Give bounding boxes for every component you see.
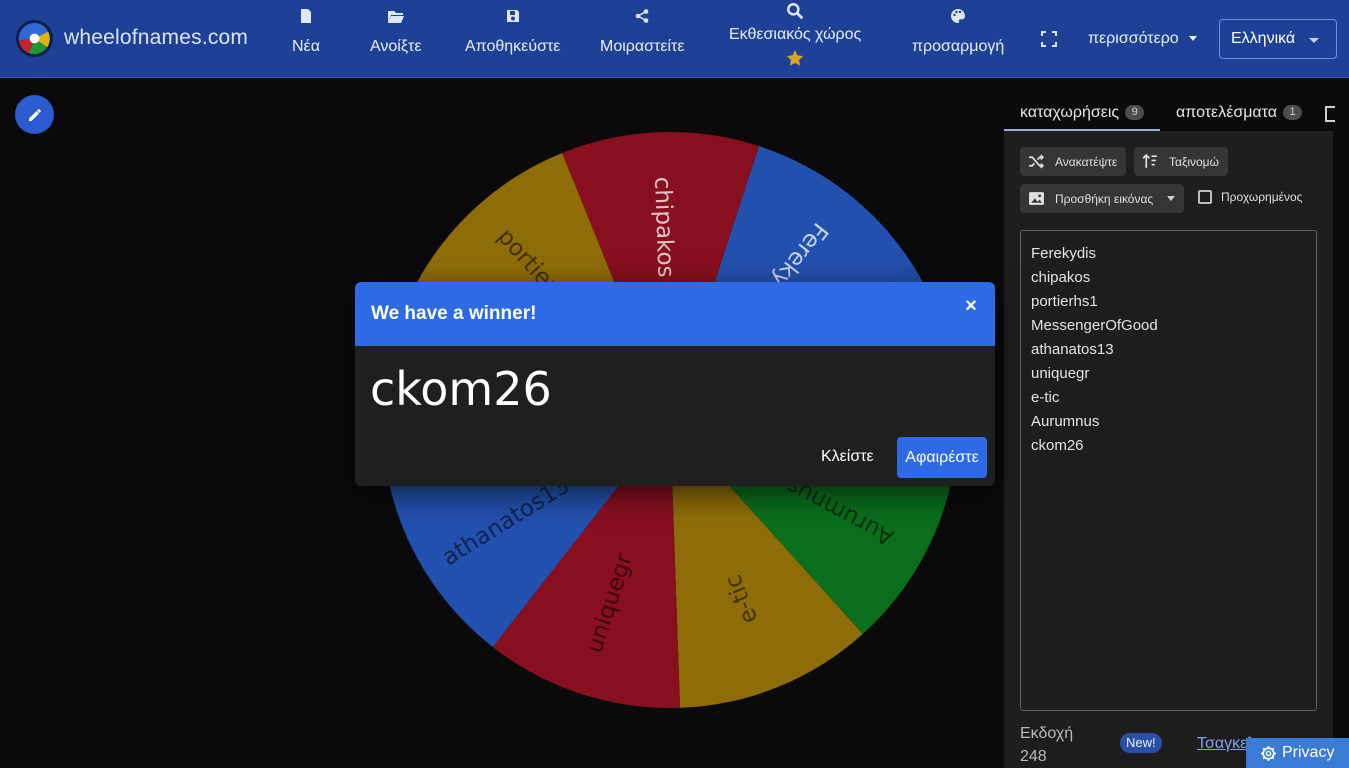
star-icon: [729, 49, 861, 73]
edit-wheel-button[interactable]: [15, 95, 54, 134]
version-label: Εκδοχή: [1020, 725, 1074, 742]
nav-customize-label: προσαρμογή: [912, 38, 1005, 55]
entry-line: athanatos13: [1031, 341, 1114, 358]
folder-open-icon: [370, 8, 421, 32]
tab-entries[interactable]: καταχωρήσεις 9: [1020, 104, 1145, 122]
share-icon: [600, 8, 684, 32]
winner-name: ckom26: [370, 362, 552, 416]
fullscreen-icon[interactable]: [1040, 30, 1058, 48]
entry-line: e-tic: [1031, 389, 1060, 406]
search-icon: [729, 2, 861, 26]
file-icon: [292, 8, 320, 32]
language-select[interactable]: Ελληνικά: [1219, 19, 1337, 59]
wheel-segment-label: chipakos: [649, 176, 679, 278]
hide-panel-icon[interactable]: [1325, 106, 1335, 122]
shuffle-button[interactable]: Ανακατέψτε: [1020, 147, 1127, 176]
tab-entries-label: καταχωρήσεις: [1020, 104, 1120, 121]
top-bar: wheelofnames.com Νέα Ανοίξτε Αποθηκεύστε…: [0, 0, 1349, 78]
pencil-icon: [28, 108, 41, 121]
entry-line: portierhs1: [1031, 293, 1098, 310]
nav-save-button[interactable]: Αποθηκεύστε: [465, 8, 560, 56]
entries-textarea[interactable]: Ferekydis chipakos portierhs1 MessengerOfGo…: [1020, 230, 1317, 711]
nav-gallery-button[interactable]: Εκθεσιακός χώρος: [729, 2, 861, 79]
nav-save-label: Αποθηκεύστε: [465, 38, 561, 55]
palette-icon: [912, 8, 1004, 32]
entries-count-badge: 9: [1125, 105, 1145, 120]
image-icon: [1029, 192, 1044, 205]
entry-line: uniquegr: [1031, 365, 1090, 382]
close-button[interactable]: Κλείστε: [821, 448, 874, 466]
nav-new-button[interactable]: Νέα: [292, 8, 320, 56]
more-menu-label: περισσότερο: [1088, 30, 1179, 47]
version-info: Εκδοχή 248: [1020, 722, 1073, 768]
tab-results-label: αποτελέσματα: [1176, 104, 1278, 121]
tab-results[interactable]: αποτελέσματα 1: [1176, 104, 1303, 122]
nav-gallery-label: Εκθεσιακός χώρος: [729, 26, 862, 43]
entry-line: Ferekydis: [1031, 245, 1097, 262]
chevron-down-icon: [1188, 36, 1197, 42]
wheel-logo-icon[interactable]: [15, 19, 54, 58]
shuffle-label: Ανακατέψτε: [1055, 154, 1118, 169]
entry-line: MessengerOfGood: [1031, 317, 1158, 334]
privacy-button[interactable]: Privacy: [1246, 738, 1349, 768]
dialog-title: We have a winner!: [371, 303, 537, 324]
chevron-down-icon: [1309, 38, 1319, 43]
nav-share-label: Μοιραστείτε: [600, 38, 685, 55]
dialog-header: We have a winner! ×: [355, 282, 995, 346]
winner-dialog: We have a winner! × ckom26 Κλείστε Αφαιρ…: [355, 282, 995, 486]
entry-line: chipakos: [1031, 269, 1091, 286]
remove-button[interactable]: Αφαιρέστε: [897, 437, 987, 478]
sort-label: Ταξινομώ: [1169, 154, 1219, 169]
version-number: 248: [1020, 748, 1047, 765]
gear-icon: [1261, 745, 1276, 761]
add-image-dropdown[interactable]: Προσθήκη εικόνας: [1020, 184, 1185, 213]
nav-open-button[interactable]: Ανοίξτε: [370, 8, 421, 56]
advanced-checkbox[interactable]: [1198, 190, 1212, 204]
brand-name[interactable]: wheelofnames.com: [64, 26, 248, 50]
results-count-badge: 1: [1283, 105, 1303, 120]
nav-new-label: Νέα: [292, 38, 320, 55]
side-tabs: καταχωρήσεις 9 αποτελέσματα 1: [1004, 96, 1349, 131]
chevron-down-icon: [1167, 196, 1176, 201]
more-menu-button[interactable]: περισσότερο: [1088, 30, 1197, 48]
nav-share-button[interactable]: Μοιραστείτε: [600, 8, 684, 56]
sort-icon: [1142, 153, 1157, 168]
close-icon[interactable]: ×: [961, 296, 981, 316]
advanced-label: Προχωρημένος: [1221, 190, 1303, 204]
shuffle-icon: [1029, 154, 1045, 169]
nav-customize-button[interactable]: προσαρμογή: [912, 8, 1004, 56]
entry-line: Aurumnus: [1031, 413, 1100, 430]
language-label: Ελληνικά: [1231, 30, 1296, 47]
advanced-toggle[interactable]: Προχωρημένος: [1198, 190, 1302, 204]
nav-open-label: Ανοίξτε: [370, 38, 422, 55]
privacy-label: Privacy: [1282, 744, 1335, 761]
sort-button[interactable]: Ταξινομώ: [1134, 147, 1228, 176]
floppy-disk-icon: [465, 8, 560, 32]
add-image-label: Προσθήκη εικόνας: [1055, 191, 1154, 206]
entry-line: ckom26: [1031, 437, 1084, 454]
new-badge: New!: [1120, 733, 1162, 753]
